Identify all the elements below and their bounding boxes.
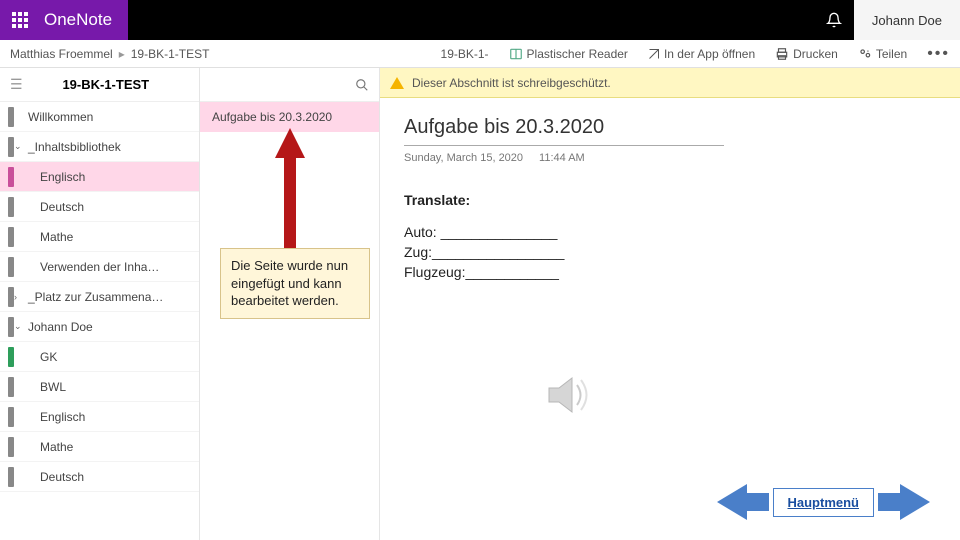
menu-button[interactable]: Hauptmenü (773, 488, 875, 517)
section-item[interactable]: ⌄ _Inhaltsbibliothek (0, 132, 199, 162)
next-button[interactable] (878, 484, 930, 520)
page-time: 11:44 AM (539, 152, 585, 164)
content-line: Auto: _______________ (404, 224, 936, 240)
section-item[interactable]: Deutsch (0, 462, 199, 492)
sections-panel: ☰ 19-BK-1-TEST Willkommen ⌄ _Inhaltsbiblio… (0, 68, 200, 540)
section-color-tab (8, 167, 14, 187)
breadcrumb-bar: Matthias Froemmel ▸ 19-BK-1-TEST 19-BK-1… (0, 40, 960, 68)
annotation-note: Die Seite wurde nun eingefügt und kann b… (220, 248, 370, 319)
section-label: BWL (40, 380, 66, 394)
section-list: Willkommen ⌄ _Inhaltsbibliothek Englisch Deu… (0, 102, 199, 540)
notebook-title: 19-BK-1-TEST (23, 77, 189, 92)
section-label: Verwenden der Inha… (40, 260, 159, 274)
search-icon[interactable] (355, 78, 369, 92)
section-item[interactable]: Willkommen (0, 102, 199, 132)
section-color-tab (8, 467, 14, 487)
section-label: _Platz zur Zusammena… (28, 290, 163, 304)
section-color-tab (8, 227, 14, 247)
brand-part2: Note (76, 10, 112, 30)
section-label: GK (40, 350, 57, 364)
chevron-right-icon: ▸ (119, 47, 125, 61)
content-line: Flugzeug:____________ (404, 264, 936, 280)
section-label: Mathe (40, 230, 73, 244)
warning-text: Dieser Abschnitt ist schreibgeschützt. (412, 76, 611, 90)
more-icon[interactable]: ••• (927, 45, 950, 63)
chevron-icon: ⌄ (14, 321, 22, 332)
section-item[interactable]: › _Platz zur Zusammena… (0, 282, 199, 312)
hamburger-icon[interactable]: ☰ (10, 76, 23, 93)
section-item[interactable]: ⌄ Johann Doe (0, 312, 199, 342)
red-arrow-annotation (270, 128, 310, 248)
print-button[interactable]: Drucken (775, 47, 838, 61)
section-label: Deutsch (40, 200, 84, 214)
breadcrumb-notebook[interactable]: 19-BK-1-TEST (131, 47, 210, 61)
content-line: Zug:_________________ (404, 244, 936, 260)
app-launcher-icon[interactable] (0, 0, 40, 40)
user-name[interactable]: Johann Doe (854, 0, 960, 40)
page-date: Sunday, March 15, 2020 (404, 152, 523, 164)
section-item[interactable]: BWL (0, 372, 199, 402)
brand-part1: One (44, 10, 76, 30)
content-panel: Dieser Abschnitt ist schreibgeschützt. A… (380, 68, 960, 540)
warning-icon (390, 77, 404, 89)
section-item[interactable]: Mathe (0, 432, 199, 462)
prev-button[interactable] (717, 484, 769, 520)
section-item[interactable]: Mathe (0, 222, 199, 252)
notebook-short: 19-BK-1- (441, 47, 489, 61)
speaker-icon (544, 370, 594, 420)
slide-nav: Hauptmenü (717, 484, 931, 520)
section-color-tab (8, 437, 14, 457)
section-item[interactable]: Englisch (0, 402, 199, 432)
page-title[interactable]: Aufgabe bis 20.3.2020 (404, 116, 724, 146)
section-color-tab (8, 407, 14, 427)
section-label: Deutsch (40, 470, 84, 484)
section-label: _Inhaltsbibliothek (28, 140, 121, 154)
section-item[interactable]: GK (0, 342, 199, 372)
page-content[interactable]: Translate: Auto: _______________ Zug:___… (404, 192, 936, 280)
section-color-tab (8, 107, 14, 127)
section-label: Mathe (40, 440, 73, 454)
open-in-app-button[interactable]: In der App öffnen (648, 47, 755, 61)
section-color-tab (8, 257, 14, 277)
page-body: Aufgabe bis 20.3.2020 Sunday, March 15, … (380, 98, 960, 540)
notifications-icon[interactable] (814, 0, 854, 40)
readonly-warning: Dieser Abschnitt ist schreibgeschützt. (380, 68, 960, 98)
immersive-reader-button[interactable]: Plastischer Reader (509, 47, 628, 61)
content-heading: Translate: (404, 192, 936, 208)
chevron-icon: › (14, 292, 17, 302)
section-item[interactable]: Englisch (0, 162, 199, 192)
section-item[interactable]: Verwenden der Inha… (0, 252, 199, 282)
section-label: Willkommen (28, 110, 93, 124)
chevron-icon: ⌄ (14, 141, 22, 152)
section-color-tab (8, 197, 14, 217)
section-color-tab (8, 347, 14, 367)
toolbar-actions: 19-BK-1- Plastischer Reader In der App ö… (441, 45, 950, 63)
top-bar: OneNote Johann Doe (0, 0, 960, 40)
section-label: Johann Doe (28, 320, 93, 334)
section-item[interactable]: Deutsch (0, 192, 199, 222)
section-label: Englisch (40, 410, 85, 424)
pages-panel: Aufgabe bis 20.3.2020 Die Seite wurde nu… (200, 68, 380, 540)
main-area: ☰ 19-BK-1-TEST Willkommen ⌄ _Inhaltsbiblio… (0, 68, 960, 540)
brand[interactable]: OneNote (40, 0, 128, 40)
section-label: Englisch (40, 170, 85, 184)
share-button[interactable]: Teilen (858, 47, 907, 61)
breadcrumb-owner[interactable]: Matthias Froemmel (10, 47, 113, 61)
section-color-tab (8, 377, 14, 397)
